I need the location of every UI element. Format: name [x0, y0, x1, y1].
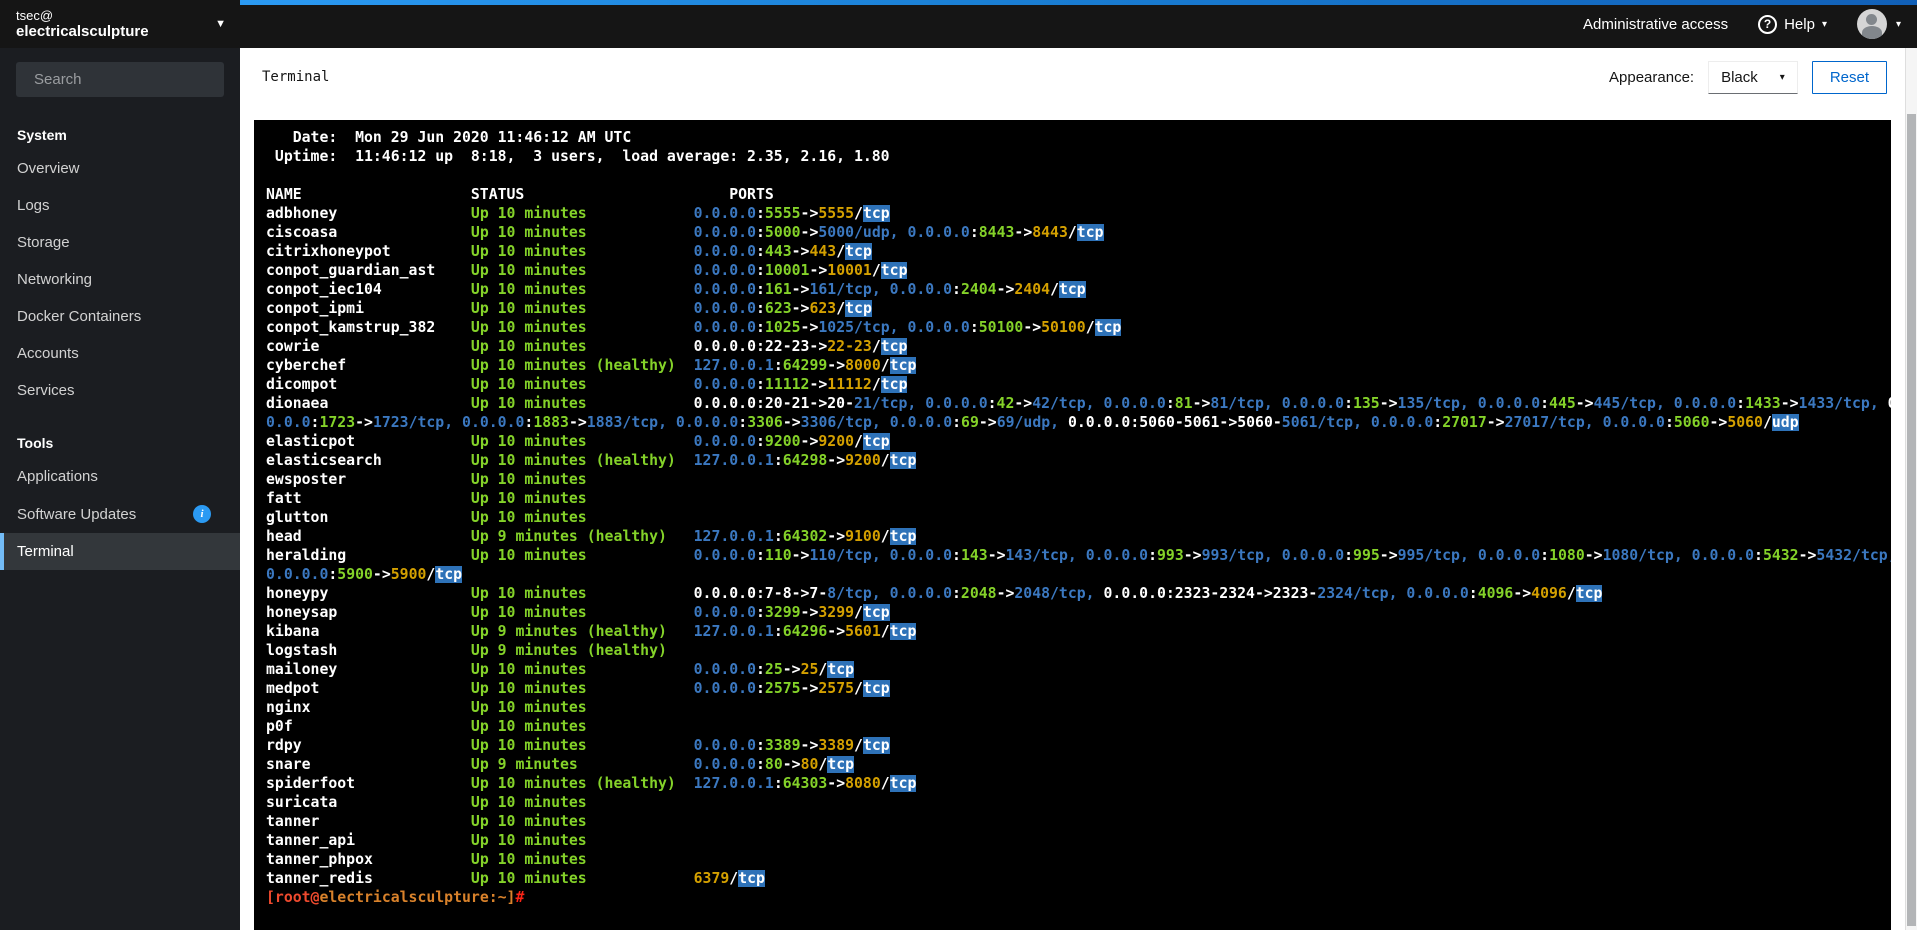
chevron-down-icon: ▾ — [1895, 18, 1901, 30]
administrative-access-button[interactable]: Administrative access — [1583, 16, 1728, 33]
terminal-line: logstash Up 9 minutes (healthy) — [266, 642, 694, 659]
sidebar-item-storage[interactable]: Storage — [0, 224, 240, 261]
sidebar-item-label: Terminal — [17, 543, 74, 560]
sidebar: System Overview Logs Storage Networking Docke… — [0, 48, 240, 930]
sidebar-item-label: Services — [17, 382, 75, 399]
brand-username: tsec@ — [16, 8, 54, 23]
appearance-label: Appearance: — [1609, 68, 1695, 86]
terminal-line: tanner_phpox Up 10 minutes — [266, 851, 694, 868]
page-scrollbar[interactable] — [1905, 48, 1917, 930]
terminal-line: cowrie Up 10 minutes 0.0.0.0:22-23->22-2… — [266, 338, 908, 355]
terminal-line: tanner_redis Up 10 minutes 6379/tcp — [266, 870, 765, 887]
appearance-value: Black — [1721, 68, 1758, 86]
terminal-line: kibana Up 9 minutes (healthy) 127.0.0.1:… — [266, 623, 917, 640]
terminal-line: heralding Up 10 minutes 0.0.0.0:110->110… — [266, 547, 1891, 564]
terminal-line: honeysap Up 10 minutes 0.0.0.0:3299->329… — [266, 604, 890, 621]
sidebar-item-docker-containers[interactable]: Docker Containers — [0, 298, 240, 335]
terminal-line: suricata Up 10 minutes — [266, 794, 694, 811]
terminal-line: medpot Up 10 minutes 0.0.0.0:2575->2575/… — [266, 680, 890, 697]
terminal-line: rdpy Up 10 minutes 0.0.0.0:3389->3389/tc… — [266, 737, 890, 754]
terminal-line: cyberchef Up 10 minutes (healthy) 127.0.… — [266, 357, 917, 374]
masthead-accent-bar — [240, 0, 1917, 5]
terminal-line: honeypy Up 10 minutes 0.0.0.0:7-8->7-8/t… — [266, 585, 1603, 602]
sidebar-item-label: Overview — [17, 160, 80, 177]
terminal-line: elasticsearch Up 10 minutes (healthy) 12… — [266, 452, 917, 469]
terminal-line: fatt Up 10 minutes — [266, 490, 694, 507]
terminal-line: elasticpot Up 10 minutes 0.0.0.0:9200->9… — [266, 433, 890, 450]
avatar-icon — [1856, 9, 1887, 39]
terminal-line: ciscoasa Up 10 minutes 0.0.0.0:5000->500… — [266, 224, 1104, 241]
sidebar-item-software-updates[interactable]: Software Updates i — [0, 495, 240, 533]
host-switcher[interactable]: tsec@ electricalsculpture ▼ — [0, 0, 240, 48]
terminal-line: dionaea Up 10 minutes 0.0.0.0:20-21->20-… — [266, 395, 1891, 412]
appearance-select[interactable]: Black ▾ — [1708, 60, 1798, 94]
terminal-line: 0.0.0.0:5900->5900/tcp — [266, 566, 463, 583]
brand-hostname: electricalsculpture — [16, 23, 149, 40]
terminal-line: glutton Up 10 minutes — [266, 509, 694, 526]
nav-section-title: Tools — [17, 435, 54, 451]
sidebar-item-logs[interactable]: Logs — [0, 187, 240, 224]
help-icon: ? — [1758, 14, 1778, 34]
masthead: tsec@ electricalsculpture ▼ Administrati… — [0, 0, 1917, 48]
terminal-line: ewsposter Up 10 minutes — [266, 471, 694, 488]
sidebar-item-label: Networking — [17, 271, 93, 288]
scrollbar-thumb[interactable] — [1907, 114, 1916, 926]
terminal-line: nginx Up 10 minutes — [266, 699, 694, 716]
sidebar-item-accounts[interactable]: Accounts — [0, 335, 240, 372]
reset-button[interactable]: Reset — [1811, 60, 1887, 94]
sidebar-item-overview[interactable]: Overview — [0, 150, 240, 187]
terminal-line: snare Up 9 minutes 0.0.0.0:80->80/tcp — [266, 756, 855, 773]
search-input[interactable] — [34, 71, 233, 88]
terminal-line: Uptime: 11:46:12 up 8:18, 3 users, load … — [266, 148, 890, 165]
sidebar-item-label: Software Updates — [17, 505, 137, 523]
terminal-line: dicompot Up 10 minutes 0.0.0.0:11112->11… — [266, 376, 908, 393]
content-header: Terminal Appearance: Black ▾ Reset — [240, 48, 1905, 106]
terminal-line: NAME STATUS PORTS — [266, 186, 774, 203]
terminal-line: tanner_api Up 10 minutes — [266, 832, 694, 849]
nav-section-title: System — [17, 127, 67, 143]
sidebar-item-terminal[interactable]: Terminal — [0, 533, 240, 570]
terminal-line: head Up 9 minutes (healthy) 127.0.0.1:64… — [266, 528, 917, 545]
sidebar-item-applications[interactable]: Applications — [0, 458, 240, 495]
sidebar-item-label: Applications — [17, 468, 98, 485]
sidebar-item-services[interactable]: Services — [0, 372, 240, 409]
chevron-down-icon: ▼ — [215, 18, 226, 30]
chevron-down-icon: ▾ — [1821, 18, 1827, 30]
terminal-line: conpot_iec104 Up 10 minutes 0.0.0.0:161-… — [266, 281, 1086, 298]
terminal-line: tanner Up 10 minutes — [266, 813, 694, 830]
terminal-screen[interactable]: Date: Mon 29 Jun 2020 11:46:12 AM UTC Up… — [254, 120, 1891, 930]
terminal-line: adbhoney Up 10 minutes 0.0.0.0:5555->555… — [266, 205, 890, 222]
terminal-line: Date: Mon 29 Jun 2020 11:46:12 AM UTC — [266, 129, 632, 146]
user-menu[interactable]: ▾ — [1856, 9, 1901, 39]
masthead-toolbar: Administrative access ? Help ▾ ▾ — [1583, 9, 1917, 39]
terminal-line: citrixhoneypot Up 10 minutes 0.0.0.0:443… — [266, 243, 872, 260]
terminal-line: conpot_guardian_ast Up 10 minutes 0.0.0.… — [266, 262, 908, 279]
terminal-line: [root@electricalsculpture:~]# — [266, 889, 525, 906]
sidebar-item-label: Storage — [17, 234, 70, 251]
search-box[interactable] — [16, 62, 233, 97]
page-title: Terminal — [262, 69, 330, 85]
help-menu[interactable]: ? Help ▾ — [1758, 14, 1827, 34]
chevron-down-icon: ▾ — [1779, 71, 1785, 83]
terminal-line: 0.0.0:1723->1723/tcp, 0.0.0.0:1883->1883… — [266, 414, 1799, 431]
terminal-line: p0f Up 10 minutes — [266, 718, 694, 735]
info-icon: i — [193, 505, 211, 523]
sidebar-nav: System Overview Logs Storage Networking Docke… — [0, 101, 240, 570]
terminal-line: mailoney Up 10 minutes 0.0.0.0:25->25/tc… — [266, 661, 855, 678]
sidebar-item-label: Logs — [17, 197, 50, 214]
sidebar-item-label: Accounts — [17, 345, 79, 362]
main-content: Terminal Appearance: Black ▾ Reset Date:… — [240, 48, 1905, 930]
help-label: Help — [1784, 15, 1815, 33]
terminal-container: Date: Mon 29 Jun 2020 11:46:12 AM UTC Up… — [240, 106, 1905, 930]
terminal-line: spiderfoot Up 10 minutes (healthy) 127.0… — [266, 775, 917, 792]
terminal-line: conpot_ipmi Up 10 minutes 0.0.0.0:623->6… — [266, 300, 872, 317]
sidebar-item-label: Docker Containers — [17, 308, 142, 325]
sidebar-item-networking[interactable]: Networking — [0, 261, 240, 298]
terminal-line: conpot_kamstrup_382 Up 10 minutes 0.0.0.… — [266, 319, 1122, 336]
